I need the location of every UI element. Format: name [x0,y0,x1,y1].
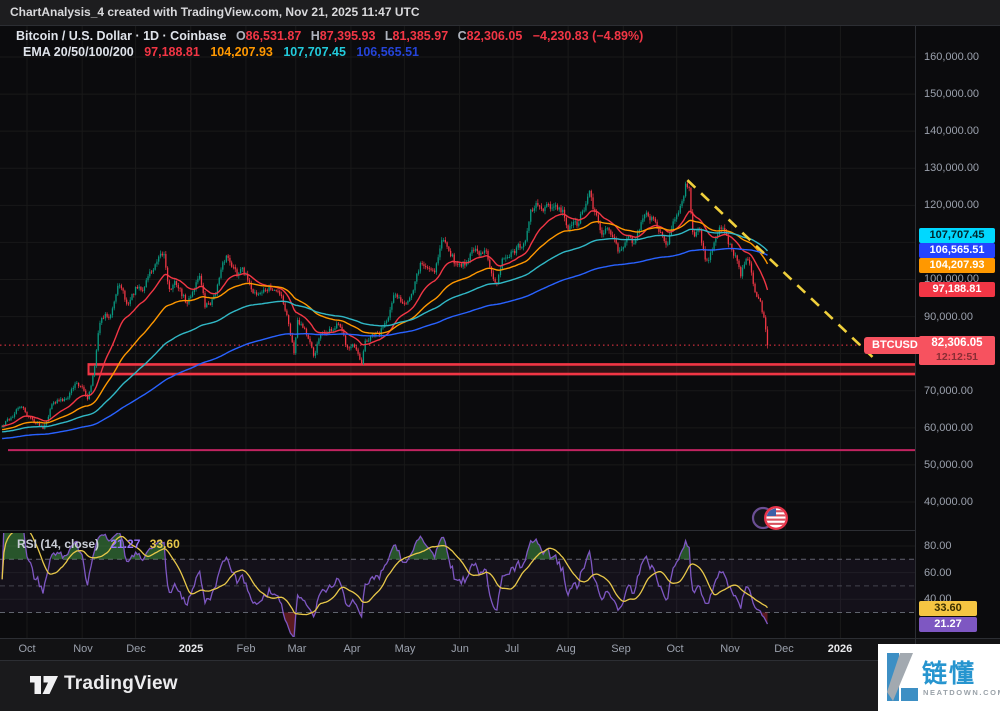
high-label: H [310,29,320,43]
time-axis-label[interactable]: Apr [330,643,374,655]
watermark-card[interactable]: 链懂 NEATDOWN.COM [878,644,1000,711]
bar-countdown: 12:12:51 [935,351,979,363]
rsi-tick[interactable]: 60.00 [924,566,996,580]
price-tick[interactable]: 120,000.00 [924,198,996,212]
price-tick[interactable]: 50,000.00 [924,458,996,472]
window-title-bar: ChartAnalysis_4 created with TradingView… [0,0,1000,25]
tradingview-logo-icon[interactable] [30,673,58,699]
ema20-value: 97,188.81 [144,45,200,59]
rsi-ma-value: 33.60 [149,537,180,551]
page-title: ChartAnalysis_4 created with TradingView… [10,5,420,19]
price-tick[interactable]: 150,000.00 [924,87,996,101]
rsi-legend[interactable]: RSI (14, close) 21.27 33.60 [17,537,180,551]
rsi-value: 21.27 [110,537,141,551]
open-label: O [235,29,246,43]
time-axis-label[interactable]: Dec [762,643,806,655]
time-axis-label[interactable]: Nov [61,643,105,655]
change-value: −4,230.83 (−4.89%) [532,29,644,43]
time-axis-label[interactable]: Mar [275,643,319,655]
ema20-price-tag: 97,188.81 [919,281,995,297]
symbol-title[interactable]: Bitcoin / U.S. Dollar · 1D · Coinbase [16,29,226,43]
time-axis-label[interactable]: Feb [224,643,268,655]
rsi-legend-title[interactable]: RSI (14, close) [17,537,99,551]
price-tick[interactable]: 90,000.00 [924,310,996,324]
time-axis-label[interactable]: May [383,643,427,655]
ema200-value: 106,565.51 [356,45,419,59]
close-label: C [457,29,467,43]
tradingview-wordmark[interactable]: TradingView [64,673,178,695]
ema-title[interactable]: EMA 20/50/100/200 [23,45,134,59]
ema50-price-tag: 104,207.93 [919,258,995,273]
price-tick[interactable]: 140,000.00 [924,124,996,138]
time-axis-label[interactable]: Oct [5,643,49,655]
last-price-value: 82,306.05 [931,337,983,349]
rsi-tick[interactable]: 80.00 [924,539,996,553]
ema-legend[interactable]: EMA 20/50/100/200 97,188.81 104,207.93 1… [16,45,419,59]
time-axis-label[interactable]: Dec [114,643,158,655]
last-price-tag: 82,306.05 12:12:51 [919,336,995,365]
support-band [87,363,915,376]
time-axis-label[interactable]: Aug [544,643,588,655]
time-axis-label[interactable]: Jun [438,643,482,655]
ema200-price-tag: 106,565.51 [919,243,995,258]
low-value: 81,385.97 [392,29,449,43]
symbol-legend[interactable]: Bitcoin / U.S. Dollar · 1D · Coinbase O8… [16,29,643,43]
low-label: L [384,29,393,43]
price-tick[interactable]: 40,000.00 [924,495,996,509]
ema50-value: 104,207.93 [210,45,273,59]
watermark-site: NEATDOWN.COM [923,688,1000,697]
time-axis-label[interactable]: Jul [490,643,534,655]
price-tick[interactable]: 130,000.00 [924,161,996,175]
time-axis-label[interactable]: Sep [599,643,643,655]
price-tick[interactable]: 70,000.00 [924,384,996,398]
close-value: 82,306.05 [466,29,523,43]
watermark-title: 链懂 [922,660,977,688]
us-holiday-flag-icon[interactable] [751,506,789,531]
ema100-value: 107,707.45 [283,45,346,59]
high-value: 87,395.93 [319,29,376,43]
time-axis-label[interactable]: Nov [708,643,752,655]
price-tick[interactable]: 160,000.00 [924,50,996,64]
tradingview-chart-screen: ChartAnalysis_4 created with TradingView… [0,0,1000,711]
time-axis-label[interactable]: 2025 [169,643,213,655]
symbol-price-flag: BTCUSD [864,337,926,354]
time-axis-label[interactable]: 2026 [818,643,862,655]
open-value: 86,531.87 [245,29,302,43]
neatdown-logo-icon [887,653,918,701]
rsi-value-tag: 21.27 [919,617,977,632]
price-chart-canvas[interactable] [0,0,1000,661]
time-axis-label[interactable]: Oct [653,643,697,655]
price-tick[interactable]: 60,000.00 [924,421,996,435]
ema100-price-tag: 107,707.45 [919,227,995,243]
rsi-ma-tag: 33.60 [919,601,977,616]
